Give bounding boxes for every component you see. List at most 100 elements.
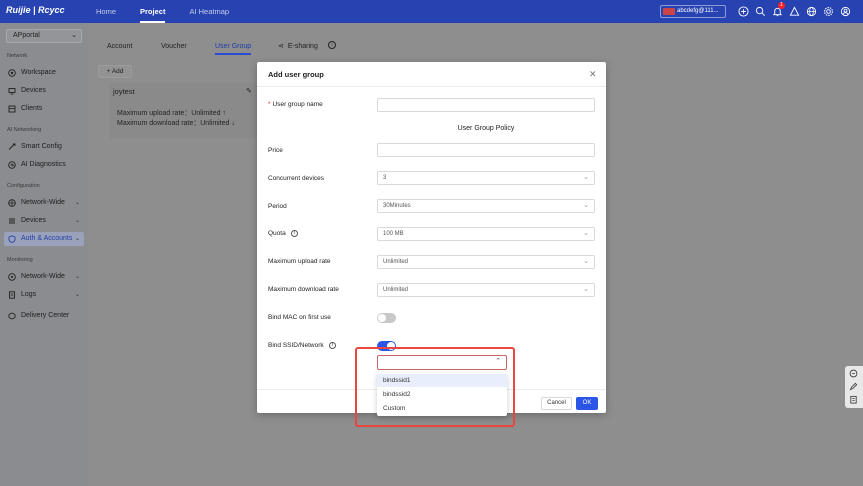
account-avatar [663, 8, 675, 15]
chevron-down-icon: ⌄ [583, 230, 589, 237]
sidebar-item-clients[interactable]: Clients [4, 102, 84, 116]
chevron-down-icon: ⌄ [74, 218, 80, 224]
sidebar-item-logs[interactable]: Logs ⌄ [4, 288, 84, 302]
max-upload-rate-select[interactable]: Unlimited ⌄ [377, 255, 595, 269]
site-selector[interactable]: APportal ⌄ [6, 29, 82, 43]
section-ai-networking: AI Networking [7, 127, 42, 133]
edit-pencil-icon[interactable]: ✎ [246, 87, 252, 95]
sidebar-item-label: Network-Wide [21, 273, 65, 280]
user-group-name-input[interactable] [377, 98, 595, 112]
modal-title: Add user group [268, 70, 324, 79]
sidebar-item-delivery-center[interactable]: Delivery Center [4, 309, 84, 323]
label-text: User group name [272, 101, 323, 108]
sidebar-item-network-wide-monitoring[interactable]: Network-Wide ⌄ [4, 270, 84, 284]
annotation-highlight-box [355, 347, 515, 427]
add-circle-icon[interactable] [736, 4, 750, 18]
floating-toolbar [845, 366, 863, 408]
chevron-down-icon: ⌄ [74, 274, 80, 280]
account-selector[interactable]: abcdefg@111... [660, 5, 726, 18]
label-text: Quota [268, 230, 286, 238]
workspace-icon [8, 69, 16, 77]
top-icon-bar: 1 [736, 2, 852, 18]
sidebar-item-workspace[interactable]: Workspace [4, 66, 84, 80]
sidebar-item-label: Devices [21, 87, 46, 94]
divider [257, 86, 606, 87]
alert-bell-icon[interactable] [787, 4, 801, 18]
period-select[interactable]: 30Minutes ⌄ [377, 199, 595, 213]
sidebar-item-network-wide[interactable]: Network-Wide ⌄ [4, 196, 84, 210]
chevron-down-icon: ⌄ [583, 202, 589, 209]
close-icon[interactable]: ✕ [589, 69, 597, 80]
quota-select[interactable]: 100 MB ⌄ [377, 227, 595, 241]
info-icon[interactable]: i [290, 230, 298, 237]
chevron-down-icon: ⌄ [583, 258, 589, 265]
sidebar-item-label: Auth & Accounts [21, 235, 73, 242]
bind-mac-label: Bind MAC on first use [268, 314, 331, 321]
bind-mac-toggle[interactable] [377, 313, 396, 323]
ruijie-logo[interactable]: Ruijie | Rcycc [6, 5, 65, 15]
tab-label: E-sharing [287, 43, 318, 50]
select-value: 30Minutes [383, 203, 411, 209]
sidebar-item-label: Network-Wide [21, 199, 65, 206]
nav-project[interactable]: Project [128, 0, 177, 23]
clipboard-icon[interactable] [849, 395, 859, 405]
select-value: Unlimited [383, 287, 409, 293]
main-nav: Home Project AI Heatmap [84, 0, 241, 23]
concurrent-devices-label: Concurrent devices [268, 175, 324, 182]
search-icon[interactable] [753, 4, 767, 18]
settings-gear-icon[interactable] [821, 4, 835, 18]
account-name: abcdefg@111... [677, 8, 719, 14]
info-icon[interactable]: i [328, 41, 336, 49]
sidebar-item-smart-config[interactable]: Smart Config [4, 140, 84, 154]
chevron-down-icon: ⌄ [74, 292, 80, 298]
sidebar-item-label: Smart Config [21, 143, 62, 150]
concurrent-devices-select[interactable]: 3 ⌄ [377, 171, 595, 185]
nav-ai-heatmap[interactable]: AI Heatmap [177, 0, 241, 23]
max-download-rate-select[interactable]: Unlimited ⌄ [377, 283, 595, 297]
delivery-center-icon [8, 312, 16, 320]
group-download-rate: Maximum download rate：Unlimited ↓ [117, 120, 235, 127]
network-wide-icon [8, 199, 16, 207]
language-globe-icon[interactable] [804, 4, 818, 18]
select-value: 3 [383, 175, 387, 181]
nav-home[interactable]: Home [84, 0, 128, 23]
user-profile-icon[interactable] [838, 4, 852, 18]
sidebar-item-ai-diagnostics[interactable]: AI Diagnostics [4, 158, 84, 172]
chevron-down-icon: ⌄ [583, 286, 589, 293]
user-group-card[interactable]: joytest ✎ Maximum upload rate：Unlimited … [110, 83, 258, 139]
notification-bell-icon[interactable]: 1 [770, 2, 785, 18]
sidebar-item-auth-accounts[interactable]: Auth & Accounts ⌄ [4, 232, 84, 246]
price-input[interactable] [377, 143, 595, 157]
chevron-down-icon: ⌄ [71, 32, 77, 39]
sidebar-item-label: Devices [21, 217, 46, 224]
group-upload-rate: Maximum upload rate：Unlimited ↑ [117, 110, 226, 117]
tab-user-group[interactable]: User Group [215, 41, 252, 55]
chat-icon[interactable] [849, 369, 859, 379]
top-nav-bar: Ruijie | Rcycc Home Project AI Heatmap a… [0, 0, 863, 23]
policy-title-text: User Group Policy [453, 125, 519, 132]
logs-icon [8, 291, 16, 299]
sidebar-item-label: AI Diagnostics [21, 161, 66, 168]
sidebar-item-label: Delivery Center [21, 312, 70, 319]
ok-button[interactable]: OK [576, 397, 598, 410]
site-name: APportal [13, 32, 40, 39]
user-group-name-label: * User group name [268, 101, 323, 108]
ai-diagnostics-icon [8, 161, 16, 169]
quota-label: Quota i [268, 230, 298, 237]
add-button[interactable]: + Add [98, 65, 132, 78]
bind-ssid-label: Bind SSID/Network i [268, 342, 336, 349]
tab-account[interactable]: Account [107, 41, 132, 55]
sidebar-item-devices-config[interactable]: Devices ⌄ [4, 214, 84, 228]
tab-voucher[interactable]: Voucher [161, 41, 187, 55]
period-label: Period [268, 203, 287, 210]
cancel-button[interactable]: Cancel [541, 397, 572, 410]
info-icon[interactable]: i [328, 342, 336, 349]
devices-list-icon [8, 217, 16, 225]
sidebar-item-label: Workspace [21, 69, 56, 76]
sidebar-item-devices[interactable]: Devices [4, 84, 84, 98]
feedback-icon[interactable] [849, 382, 859, 392]
tab-e-sharing[interactable]: ⋖ E-sharing [278, 41, 318, 55]
price-label: Price [268, 147, 283, 154]
label-text: Bind SSID/Network [268, 342, 324, 350]
select-value: 100 MB [383, 231, 404, 237]
